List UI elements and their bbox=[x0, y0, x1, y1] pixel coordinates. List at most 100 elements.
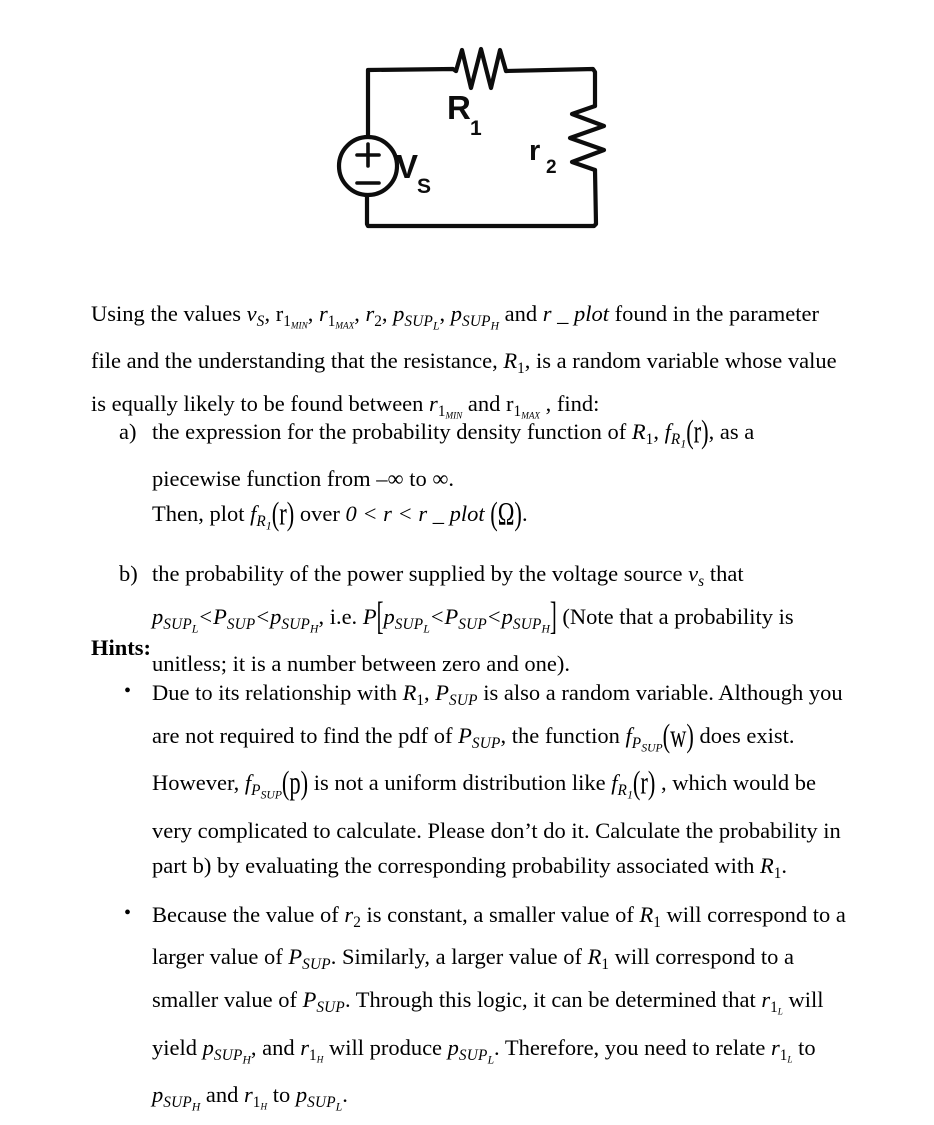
h2-sym-r1H: r bbox=[300, 1034, 310, 1060]
sym-r1-sub-b: 1MAX bbox=[327, 312, 355, 331]
qa-range: 0 < r < r _ plot bbox=[345, 501, 485, 527]
qa-inf: ∞ bbox=[432, 466, 449, 492]
h1-sym-f3-sub: R1 bbox=[617, 782, 633, 802]
h1-text-10: very complicated to calculate. Please do… bbox=[152, 817, 841, 843]
h2-sym-r1H-2: r bbox=[244, 1082, 253, 1108]
qb-lt-4: < bbox=[487, 603, 501, 629]
h2-text-11: , and bbox=[250, 1034, 301, 1060]
h2-sym-p2: p bbox=[447, 1034, 459, 1060]
intro-text-5: equally likely to be found between bbox=[111, 391, 430, 417]
circuit-svg: V S R 1 r 2 bbox=[336, 46, 607, 229]
bullet-icon: • bbox=[124, 680, 132, 702]
h1-text-3: is also a random variable. Although you bbox=[477, 680, 843, 705]
h1-text-7: However, bbox=[152, 770, 245, 796]
h1-arg-r: (r) bbox=[632, 764, 656, 801]
h1-sym-f-sub2: SUP bbox=[641, 741, 663, 755]
label-vs-subscript: S bbox=[417, 175, 431, 198]
label-r1-subscript: 1 bbox=[470, 117, 482, 140]
h2-text-1: Because the value of bbox=[152, 901, 345, 927]
qa-text-1: the expression for the probability densi… bbox=[152, 419, 632, 444]
qa-text-5: to bbox=[403, 466, 433, 492]
qa-text-3: , as a bbox=[708, 419, 755, 444]
qb-L-2: L bbox=[423, 622, 430, 636]
qb-bracket-close: ] bbox=[549, 596, 557, 639]
h1-sym-f2-sub: PSUP bbox=[251, 782, 282, 802]
h2-sym-p-sub: SUPH bbox=[213, 1046, 251, 1067]
h2-text-7: smaller value of bbox=[152, 987, 303, 1013]
sym-r-italic-2: r bbox=[429, 391, 438, 417]
h2-sym-P-sub: SUP bbox=[302, 956, 331, 974]
label-r1: R 1 bbox=[447, 89, 482, 140]
bullet-icon: • bbox=[124, 901, 132, 924]
h1-sym-P2-sub: SUP bbox=[471, 734, 501, 752]
h2-text-10: yield bbox=[152, 1034, 203, 1060]
qb-P-mid: P bbox=[213, 603, 227, 629]
h2-text-14: to bbox=[792, 1034, 816, 1060]
sym-psupH: SUPH bbox=[462, 312, 500, 333]
intro-text-1: Using the values bbox=[91, 301, 247, 326]
qb-p-high-2: p bbox=[501, 603, 513, 629]
h1-arg-p: (p) bbox=[281, 764, 309, 801]
h1-sym-R-sub: 1 bbox=[416, 691, 425, 709]
h2-text-13: . Therefore, you need to relate bbox=[494, 1034, 771, 1060]
h2-sym-p4-sub: SUPL bbox=[307, 1094, 343, 1114]
h2-text-5: . Similarly, a larger value of bbox=[330, 944, 588, 970]
h2-sym-p2-sub: SUPL bbox=[458, 1046, 495, 1067]
h2-text-15: and bbox=[200, 1082, 245, 1108]
h2-sym-P: P bbox=[288, 944, 303, 970]
h1-sym-f-sub: PSUP bbox=[631, 734, 663, 755]
question-item-a: a) the expression for the probability de… bbox=[91, 413, 881, 544]
h2-sym-P2: P bbox=[302, 987, 317, 1013]
hint-item-2: • Because the value of r2 is constant, a… bbox=[91, 897, 891, 1125]
h2-text-3: will correspond to a bbox=[660, 901, 846, 927]
label-vs: V S bbox=[396, 148, 431, 198]
question-marker-b: b) bbox=[119, 560, 138, 586]
sym-r1-sub-a: 1MIN bbox=[283, 312, 308, 331]
qb-lt-3: < bbox=[430, 603, 444, 629]
sym-R-sub-1: 1 bbox=[517, 360, 525, 378]
sym-R-1: R bbox=[503, 348, 518, 374]
h2-sym-R-sub: 1 bbox=[653, 913, 661, 931]
h1-text-5: , the function bbox=[500, 722, 626, 748]
h2-text-12: will produce bbox=[323, 1034, 448, 1060]
qa-text-7: Then, plot bbox=[152, 501, 251, 527]
sep-2: , bbox=[307, 301, 319, 326]
h1-text-12: . bbox=[781, 852, 787, 878]
label-r2-letter: r bbox=[529, 135, 540, 167]
sym-p-2: p bbox=[450, 301, 462, 326]
qb-bracket-open: [ bbox=[376, 596, 384, 639]
h1-sym-R: R bbox=[402, 680, 417, 705]
intro-text-3: and the understanding that the resistanc… bbox=[126, 348, 504, 374]
qb-lt-2: < bbox=[256, 603, 270, 629]
qb-P-mid-2-sub: SUP bbox=[458, 615, 487, 633]
circuit-diagram-figure: V S R 1 r 2 bbox=[320, 38, 640, 248]
h2-sym-H: H bbox=[242, 1053, 251, 1067]
qb-H-2: H bbox=[541, 622, 550, 636]
h1-sym-R3: R bbox=[759, 852, 774, 878]
sym-H-1: H bbox=[490, 319, 500, 333]
qa-text-6: . bbox=[448, 466, 455, 492]
h2-sym-R2: R bbox=[587, 944, 602, 970]
h1-text-8: is not a uniform distribution like bbox=[308, 770, 612, 796]
h2-sym-r1L-sub: 1L bbox=[770, 999, 783, 1017]
h1-sym-P: P bbox=[435, 680, 450, 705]
sym-r-plot-1: r _ plot bbox=[542, 301, 610, 326]
sym-r2: r bbox=[365, 301, 375, 326]
qb-text-1: the probability of the power supplied by… bbox=[152, 560, 689, 586]
h2-sym-H4: H bbox=[260, 1101, 268, 1112]
sym-r-upright-2: r bbox=[506, 391, 514, 417]
question-item-b: b) the probability of the power supplied… bbox=[91, 556, 881, 681]
h1-text-9: , which would be bbox=[655, 770, 816, 796]
h1-sym-f2-sub2: SUP bbox=[260, 788, 282, 802]
hints-list: • Due to its relationship with R1, PSUP … bbox=[91, 675, 891, 1125]
qb-p-low: p bbox=[152, 603, 164, 629]
sym-max-a: MAX bbox=[335, 320, 355, 331]
qb-text-3: , i.e. bbox=[318, 603, 363, 629]
qb-text-2: that bbox=[704, 560, 744, 586]
qb-p-high: p bbox=[270, 603, 282, 629]
qb-lt-1: < bbox=[199, 603, 213, 629]
qb-p-low-sub: SUPL bbox=[163, 615, 199, 636]
qa-sym-f2-sub: R1 bbox=[256, 513, 272, 533]
h2-sym-r1L-2: r bbox=[771, 1034, 780, 1060]
qb-p-high-sub: SUPH bbox=[281, 615, 319, 636]
